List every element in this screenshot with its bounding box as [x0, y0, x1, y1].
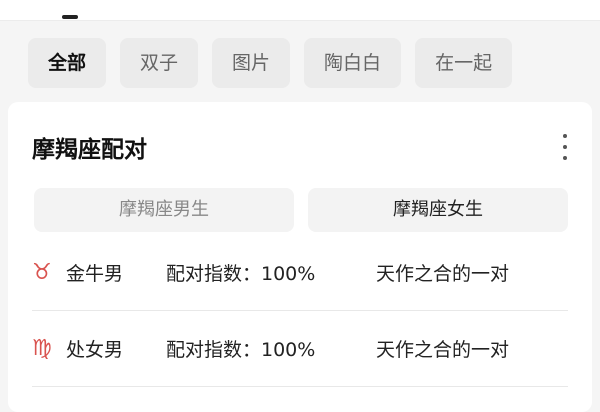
- card-title: 摩羯座配对: [32, 136, 147, 163]
- tab-images[interactable]: 图片: [212, 38, 291, 88]
- tab-gemini[interactable]: 双子: [120, 38, 199, 88]
- match-card: 摩羯座配对 摩羯座男生 摩羯座女生 ♉ 金牛男 配对指数：100% 天作之合的一…: [8, 102, 592, 412]
- match-description: 天作之合的一对: [376, 262, 510, 285]
- match-sign-label: 金牛男: [66, 262, 124, 285]
- list-item[interactable]: ♍ 处女男 配对指数：100% 天作之合的一对: [32, 310, 568, 387]
- virgo-icon: ♍: [32, 335, 52, 361]
- segment-male[interactable]: 摩羯座男生: [34, 188, 294, 232]
- list-item[interactable]: ♉ 金牛男 配对指数：100% 天作之合的一对: [32, 234, 568, 311]
- more-options-icon[interactable]: [558, 134, 572, 160]
- segment-female[interactable]: 摩羯座女生: [308, 188, 568, 232]
- match-sign-label: 处女男: [66, 338, 124, 361]
- top-bar: [0, 0, 600, 21]
- match-index: 配对指数：100%: [166, 262, 316, 285]
- tab-together[interactable]: 在一起: [415, 38, 513, 88]
- filter-tabs: 全部 双子 图片 陶白白 在一起: [28, 38, 513, 88]
- tab-tao-baibai[interactable]: 陶白白: [304, 38, 402, 88]
- tab-all[interactable]: 全部: [28, 38, 107, 88]
- taurus-icon: ♉: [32, 259, 52, 285]
- gender-segment: 摩羯座男生 摩羯座女生: [34, 188, 568, 232]
- scroll-indicator: [62, 15, 78, 19]
- match-index: 配对指数：100%: [166, 338, 316, 361]
- match-description: 天作之合的一对: [376, 338, 510, 361]
